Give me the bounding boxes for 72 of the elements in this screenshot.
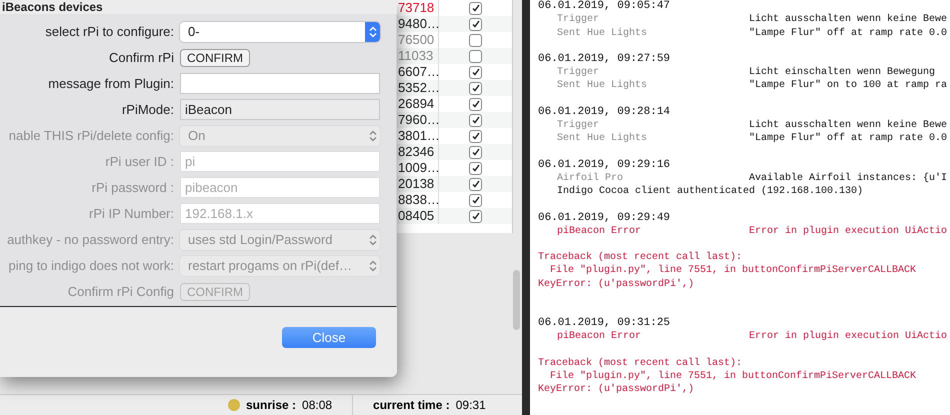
field-label: rPi user ID : bbox=[105, 154, 174, 169]
field-label: message from Plugin: bbox=[48, 76, 174, 91]
dialog-title: iBeacons devices bbox=[2, 0, 104, 14]
checkbox[interactable] bbox=[469, 2, 482, 14]
checkbox[interactable] bbox=[469, 66, 482, 78]
log-date: 06.01.2019, 09:29:16 bbox=[538, 158, 672, 172]
field-label: rPi IP Number: bbox=[88, 206, 174, 221]
stepper-icon bbox=[368, 26, 376, 38]
field-label: rPi password : bbox=[92, 180, 174, 195]
log-message: Indigo Cocoa client authenticated (192.168.100.130) bbox=[556, 185, 864, 199]
field-label: Confirm rPi Config bbox=[68, 284, 174, 299]
log-date: 06.01.2019, 09:05:47 bbox=[538, 0, 672, 14]
confirm-button[interactable]: CONFIRM bbox=[180, 48, 250, 66]
log-source: Sent Hue Lights bbox=[557, 79, 648, 93]
log-message: "Lampe Flur" off at ramp rate 0.0 bbox=[749, 26, 948, 40]
traceback-line: KeyError: (u'passwordPi',) bbox=[538, 278, 696, 292]
checkbox[interactable] bbox=[469, 34, 482, 46]
checkbox[interactable] bbox=[469, 98, 482, 110]
field-label: select rPi to configure: bbox=[45, 24, 174, 39]
current-time-label: current time : bbox=[373, 398, 450, 412]
current-time: 09:31 bbox=[456, 398, 486, 412]
checkbox[interactable] bbox=[469, 162, 482, 174]
log-message: Error in plugin execution UiActio bbox=[749, 224, 948, 238]
stepper-icon bbox=[368, 260, 376, 272]
field-label: Confirm rPi bbox=[108, 50, 174, 65]
checkbox[interactable] bbox=[469, 18, 482, 30]
log-source: Trigger bbox=[557, 119, 600, 132]
sunrise-label: sunrise : bbox=[246, 398, 296, 412]
input-field[interactable] bbox=[180, 73, 380, 94]
checkbox[interactable] bbox=[469, 50, 482, 62]
traceback-line: File "plugin.py", line 7551, in buttonConfirmPiServerCALLBACK bbox=[549, 370, 918, 384]
stepper-icon bbox=[368, 234, 376, 246]
field-label: nable THIS rPi/delete config: bbox=[8, 128, 174, 143]
log-source: Trigger bbox=[557, 13, 600, 27]
log-source: Airfoil Pro bbox=[557, 172, 624, 186]
log-message: Licht ausschalten wenn keine Bewe bbox=[749, 119, 948, 132]
checkbox[interactable] bbox=[469, 146, 482, 158]
log-source: Sent Hue Lights bbox=[557, 132, 648, 146]
log-date: 06.01.2019, 09:31:25 bbox=[538, 317, 672, 330]
dropdown[interactable]: 0- bbox=[180, 22, 380, 42]
log-source: Trigger bbox=[557, 66, 600, 80]
log-source: piBeacon Error bbox=[557, 224, 642, 238]
traceback-line: KeyError: (u'passwordPi',) bbox=[538, 383, 696, 397]
log-message: Licht ausschalten wenn keine Bewe bbox=[749, 13, 948, 27]
log-source: Sent Hue Lights bbox=[557, 26, 648, 40]
field-label: authkey - no password entry: bbox=[7, 232, 174, 247]
log-message: Error in plugin execution UiActio bbox=[749, 330, 948, 344]
checkbox[interactable] bbox=[469, 130, 482, 142]
readonly-field: iBeacon bbox=[180, 99, 380, 120]
traceback-line: Traceback (most recent call last): bbox=[538, 356, 744, 370]
log-source: piBeacon Error bbox=[557, 330, 642, 344]
log-date: 06.01.2019, 09:27:59 bbox=[538, 52, 672, 66]
log-message: Licht einschalten wenn Bewegung bbox=[749, 66, 936, 80]
checkbox[interactable] bbox=[469, 194, 482, 206]
checkbox[interactable] bbox=[469, 210, 482, 222]
field-label: rPiMode: bbox=[122, 102, 174, 117]
checkbox[interactable] bbox=[469, 82, 482, 94]
scrollbar[interactable] bbox=[513, 270, 520, 330]
field-label: ping to indigo does not work: bbox=[8, 258, 174, 273]
checkbox[interactable] bbox=[469, 114, 482, 126]
traceback-line: Traceback (most recent call last): bbox=[538, 251, 744, 264]
checkbox[interactable] bbox=[469, 178, 482, 190]
log-message: Available Airfoil instances: {u'I bbox=[749, 172, 948, 186]
log-message: "Lampe Flur" off at ramp rate 0.0 bbox=[749, 132, 948, 146]
stepper-icon bbox=[368, 130, 376, 142]
sun-icon bbox=[228, 399, 240, 411]
log-message: "Lampe Flur" on to 100 at ramp ra bbox=[749, 79, 948, 93]
close-button[interactable]: Close bbox=[282, 327, 376, 348]
sunrise-time: 08:08 bbox=[302, 398, 332, 412]
log-date: 06.01.2019, 09:28:14 bbox=[538, 106, 672, 120]
traceback-line: File "plugin.py", line 7551, in buttonConfirmPiServerCALLBACK bbox=[549, 264, 918, 278]
log-date: 06.01.2019, 09:29:49 bbox=[538, 212, 672, 225]
